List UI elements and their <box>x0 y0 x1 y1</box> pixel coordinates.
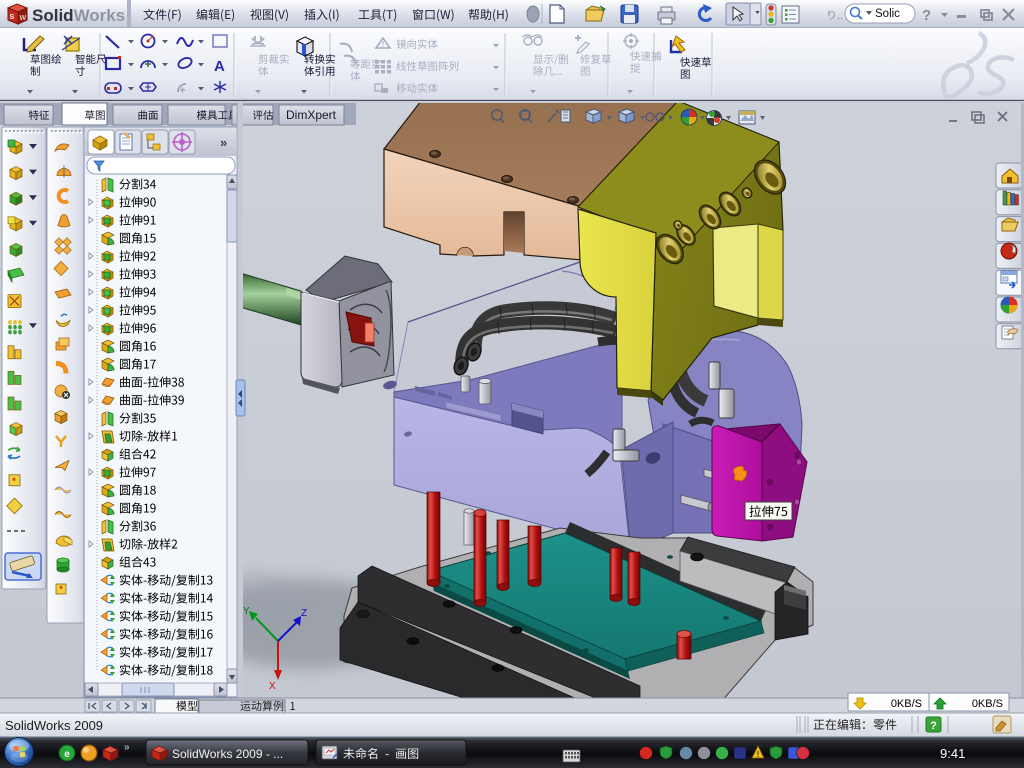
svg-text:W: W <box>20 15 27 22</box>
svg-text:Y: Y <box>243 606 250 617</box>
svg-text:A: A <box>214 58 225 75</box>
svg-text:*: * <box>12 476 16 486</box>
svg-text:e: e <box>64 749 70 760</box>
svg-text:!: ! <box>757 750 760 759</box>
svg-text:SolidWorks: SolidWorks <box>32 6 125 25</box>
svg-text:SolidWorks 2009 - ...: SolidWorks 2009 - ... <box>172 747 283 761</box>
svg-text:!: ! <box>382 40 385 49</box>
svg-text:*: * <box>59 584 63 594</box>
svg-text:S: S <box>10 14 15 21</box>
svg-text:SolidWorks 2009: SolidWorks 2009 <box>5 718 103 733</box>
svg-text:DimXpert: DimXpert <box>286 108 337 122</box>
svg-text:?: ? <box>922 7 931 24</box>
svg-text:Solic: Solic <box>875 8 900 20</box>
svg-text:0KB/S: 0KB/S <box>972 698 1003 710</box>
svg-text:X: X <box>269 681 276 692</box>
svg-text:9:41: 9:41 <box>940 746 965 761</box>
svg-text:0KB/S: 0KB/S <box>891 698 922 710</box>
svg-text:»: » <box>220 135 227 150</box>
svg-text:?: ? <box>930 720 937 732</box>
svg-text:Z: Z <box>301 608 307 619</box>
svg-text:»: » <box>124 742 130 753</box>
